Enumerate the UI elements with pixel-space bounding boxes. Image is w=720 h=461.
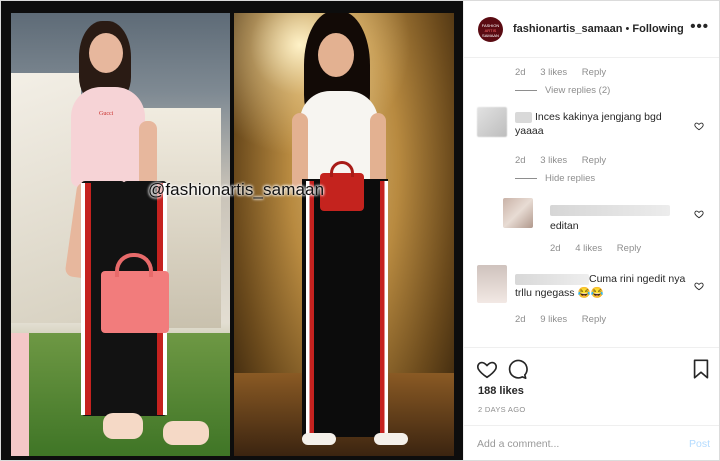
redacted-username: [550, 205, 670, 216]
reply-text: editan: [550, 220, 579, 232]
comment-avatar[interactable]: [477, 265, 507, 303]
comment-time: 2d: [550, 243, 561, 254]
comment-icon[interactable]: [506, 358, 528, 380]
pink-handbag: [101, 253, 169, 333]
comment-meta: 2d 3 likes Reply: [515, 67, 606, 78]
comment-text: Inces kakinya jengjang bgd yaaaa: [515, 111, 662, 137]
comment-time: 2d: [515, 155, 526, 166]
comment-like-icon[interactable]: [694, 121, 704, 131]
post-header: FASHION ARTIS SAMAAN fashionartis_samaan…: [464, 1, 719, 58]
comment-likes[interactable]: 3 likes: [540, 155, 567, 166]
post-actions: 188 likes 2 DAYS AGO: [464, 347, 719, 425]
username-link[interactable]: fashionartis_samaan: [513, 23, 622, 35]
comment-time: 2d: [515, 314, 526, 325]
comment-meta: 2d 9 likes Reply: [515, 314, 606, 325]
add-comment-bar: Post: [464, 425, 719, 460]
comment-likes[interactable]: 4 likes: [575, 243, 602, 254]
separator-dot: •: [625, 23, 630, 35]
more-icon[interactable]: •••: [690, 18, 709, 35]
likes-count[interactable]: 188 likes: [478, 385, 524, 397]
toggle-line: [515, 89, 537, 91]
post-media[interactable]: Gucci @fashionartis_samaan: [1, 1, 463, 460]
comment-meta: 2d 3 likes Reply: [515, 155, 606, 166]
reply-button[interactable]: Reply: [582, 67, 606, 78]
hide-replies-button[interactable]: Hide replies: [515, 173, 595, 184]
watermark-caption: @fashionartis_samaan: [148, 180, 325, 199]
post-date: 2 DAYS AGO: [478, 405, 526, 414]
reply-button[interactable]: Reply: [582, 314, 606, 325]
comment-avatar[interactable]: [477, 107, 507, 137]
add-comment-input[interactable]: [477, 436, 667, 452]
toggle-line: [515, 177, 537, 179]
following-button[interactable]: Following: [632, 23, 683, 35]
view-replies-label: View replies (2): [545, 85, 611, 96]
reply-avatar[interactable]: [503, 198, 533, 228]
photo-left: Gucci: [11, 13, 230, 456]
hide-replies-label: Hide replies: [545, 173, 596, 184]
post-side-panel: FASHION ARTIS SAMAAN fashionartis_samaan…: [463, 1, 719, 460]
comment-time: 2d: [515, 67, 526, 78]
comments-list[interactable]: 2d 3 likes Reply View replies (2) Inces …: [464, 59, 719, 346]
heart-icon[interactable]: [476, 358, 498, 380]
post-button[interactable]: Post: [689, 438, 710, 450]
comment-likes[interactable]: 3 likes: [540, 67, 567, 78]
reply-button[interactable]: Reply: [582, 155, 606, 166]
red-handbag: [320, 161, 364, 211]
comment-likes[interactable]: 9 likes: [540, 314, 567, 325]
photo-right: [234, 13, 454, 456]
instagram-post-window: Gucci @fashionartis_samaan FASHION ARTIS…: [0, 0, 720, 461]
comment-like-icon[interactable]: [694, 209, 704, 219]
avatar[interactable]: FASHION ARTIS SAMAAN: [478, 17, 503, 42]
reply-button[interactable]: Reply: [617, 243, 641, 254]
comment-meta: 2d 4 likes Reply: [550, 243, 641, 254]
bookmark-icon[interactable]: [690, 358, 712, 380]
comment-text: Cuma rini ngedit nya trllu ngegass 😂😂: [515, 273, 686, 299]
post-username-row: fashionartis_samaan • Following: [513, 23, 684, 35]
comment-like-icon[interactable]: [694, 281, 704, 291]
avatar-line: SAMAAN: [482, 33, 499, 38]
view-replies-button[interactable]: View replies (2): [515, 85, 610, 96]
